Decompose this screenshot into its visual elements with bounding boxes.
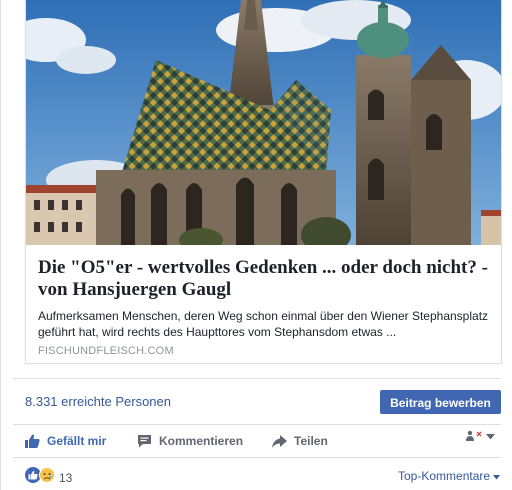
share-arrow-icon: [272, 434, 287, 448]
preview-text[interactable]: Die "O5"er - wertvolles Gedenken ... ode…: [26, 245, 501, 363]
share-button[interactable]: Teilen: [272, 432, 328, 450]
reach-insight[interactable]: 8.331 erreichte Personen: [25, 394, 171, 409]
divider: [13, 457, 501, 458]
thumbs-up-icon: [25, 434, 40, 448]
promote-post-button[interactable]: Beitrag bewerben: [380, 390, 501, 414]
post-card: Die "O5"er - wertvolles Gedenken ... ode…: [0, 0, 512, 490]
preview-description: Aufmerksamen Menschen, deren Weg schon e…: [38, 309, 489, 339]
preview-headline[interactable]: Die "O5"er - wertvolles Gedenken ... ode…: [38, 257, 493, 301]
like-button[interactable]: Gefällt mir: [25, 432, 106, 450]
reaction-summary[interactable]: 13: [25, 467, 72, 488]
comment-button[interactable]: Kommentieren: [137, 432, 243, 450]
preview-domain: FISCHUNDFLEISCH.COM: [38, 345, 174, 357]
comment-icon: [137, 434, 152, 448]
audience-selector-icon: [465, 430, 483, 445]
divider: [13, 378, 501, 379]
share-label: Teilen: [294, 434, 328, 448]
comment-sort-dropdown[interactable]: Top-Kommentare: [398, 469, 501, 483]
comment-sort-label: Top-Kommentare: [398, 469, 491, 483]
caret-down-icon: [493, 469, 501, 483]
reaction-count[interactable]: 13: [59, 471, 72, 485]
sad-reaction-icon: [39, 467, 55, 488]
caret-down-icon: [486, 432, 495, 443]
audience-selector[interactable]: [465, 430, 495, 445]
cathedral-photo: [26, 0, 501, 245]
comment-label: Kommentieren: [159, 434, 244, 448]
reach-text[interactable]: 8.331 erreichte Personen: [25, 394, 171, 409]
link-preview[interactable]: Die "O5"er - wertvolles Gedenken ... ode…: [25, 0, 502, 364]
preview-image[interactable]: [26, 0, 501, 245]
like-label: Gefällt mir: [47, 434, 107, 448]
divider: [13, 424, 501, 425]
